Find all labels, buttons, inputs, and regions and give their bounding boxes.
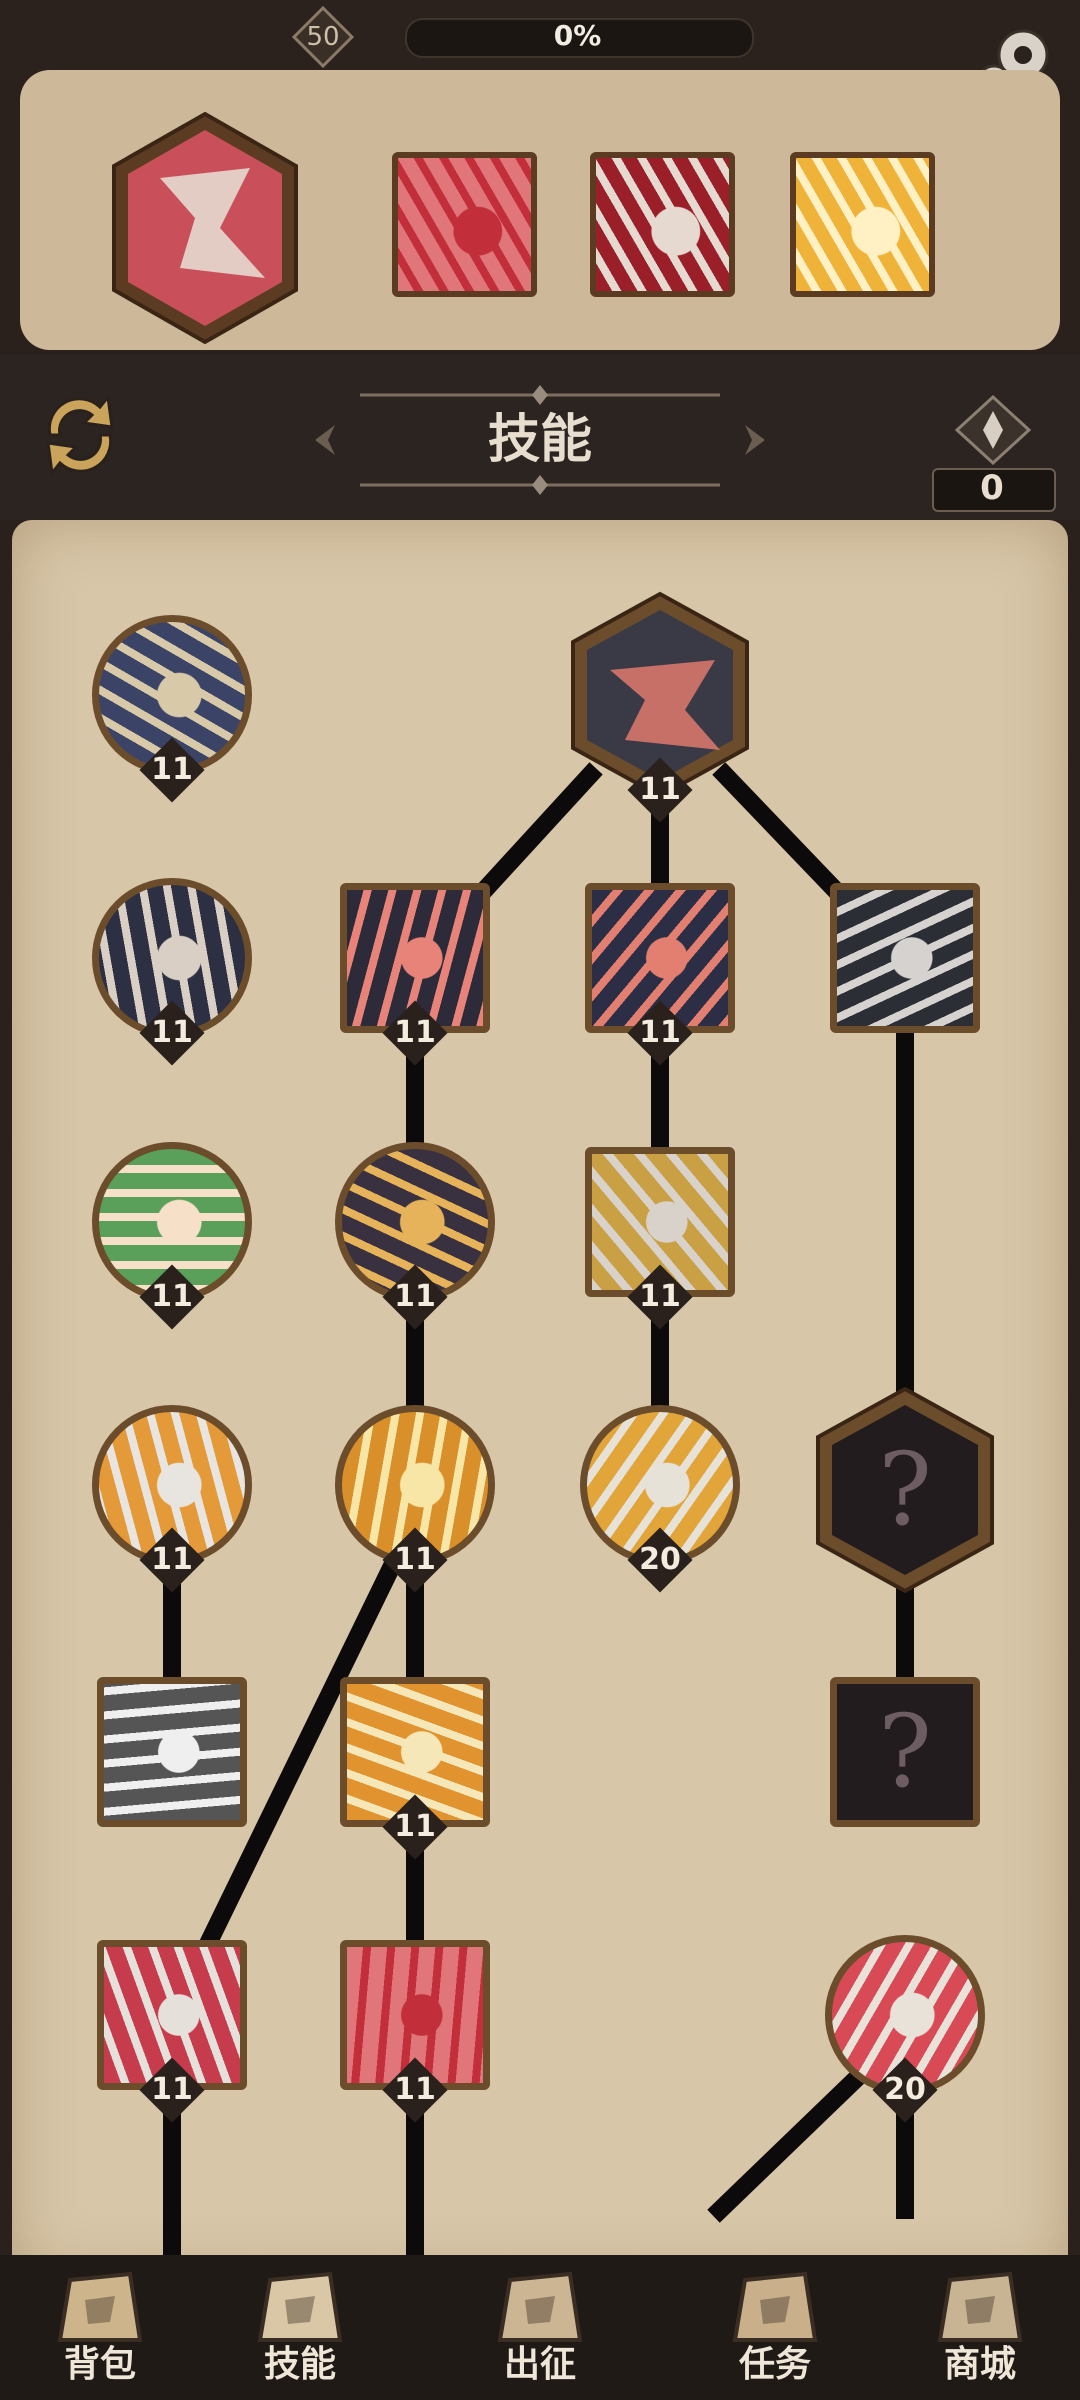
- skill-level-label: 11: [151, 1279, 193, 1314]
- skill-level-label: 11: [639, 1015, 681, 1050]
- skill-node-n14[interactable]: [97, 1677, 247, 1827]
- skill-level-label: 20: [884, 2072, 926, 2107]
- nav-label-2[interactable]: 出征: [470, 2340, 610, 2390]
- skill-level-label: 11: [394, 1015, 436, 1050]
- skill-level-label: 20: [639, 1542, 681, 1577]
- skill-level-label: 11: [394, 1809, 436, 1844]
- nav-label-0[interactable]: 背包: [30, 2340, 170, 2390]
- locked-skill-question-icon: ?: [878, 1693, 932, 1810]
- locked-skill-question-icon: ?: [878, 1431, 932, 1548]
- skill-level-label: 11: [394, 2072, 436, 2107]
- skill-level-label: 11: [394, 1542, 436, 1577]
- skill-node-n6[interactable]: [830, 883, 980, 1033]
- skill-book-icon[interactable]: [240, 2260, 360, 2350]
- skill-level-label: 11: [151, 2072, 193, 2107]
- shop-crown-icon[interactable]: [920, 2260, 1040, 2350]
- skill-level-label: 11: [151, 1542, 193, 1577]
- nav-label-3[interactable]: 任务: [705, 2340, 845, 2390]
- battle-scroll-icon[interactable]: [480, 2260, 600, 2350]
- skill-level-label: 11: [151, 1015, 193, 1050]
- skill-level-label: 11: [639, 772, 681, 807]
- quest-scroll-icon[interactable]: [715, 2260, 835, 2350]
- skill-level-label: 11: [639, 1279, 681, 1314]
- skill-level-label: 11: [394, 1279, 436, 1314]
- backpack-icon[interactable]: [40, 2260, 160, 2350]
- nav-label-4[interactable]: 商城: [910, 2340, 1050, 2390]
- nav-label-1[interactable]: 技能: [230, 2340, 370, 2390]
- skill-level-label: 11: [151, 752, 193, 787]
